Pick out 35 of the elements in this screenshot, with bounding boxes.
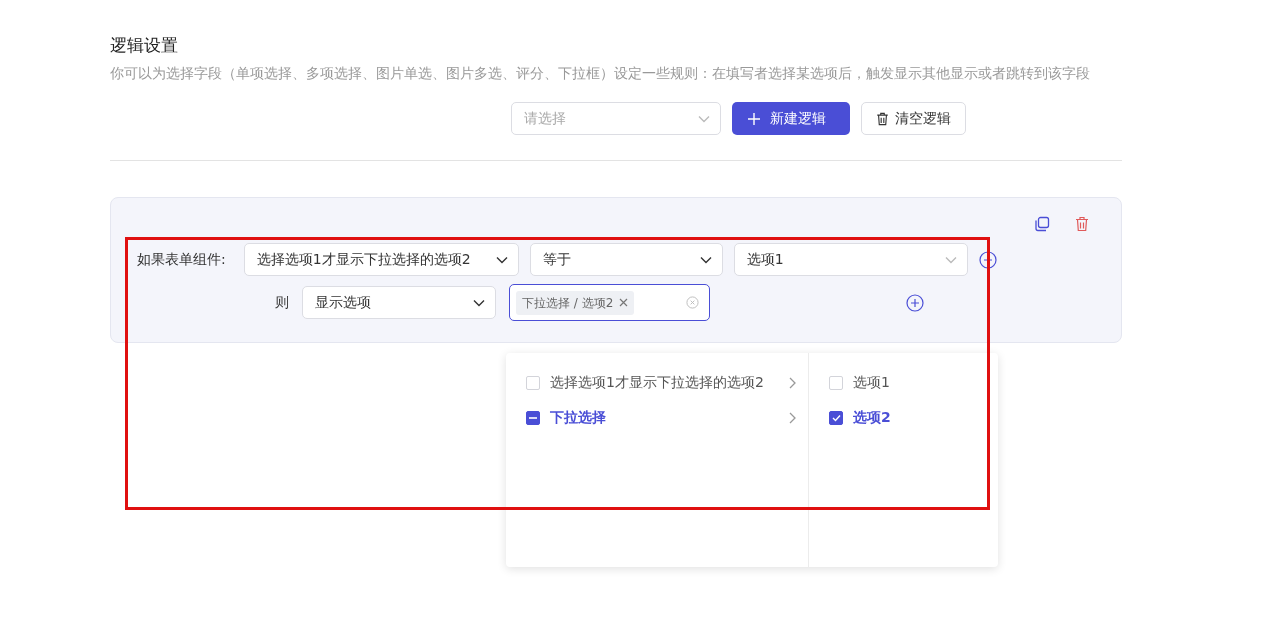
cascader-option[interactable]: 下拉选择 — [506, 400, 808, 435]
trash-icon — [876, 111, 889, 126]
field-select[interactable]: 选择选项1才显示下拉选择的选项2 — [243, 243, 519, 277]
option-label: 下拉选择 — [550, 408, 606, 427]
check-icon — [831, 413, 841, 422]
condition-label: 如果表单组件: — [137, 250, 226, 270]
then-label: 则 — [275, 293, 289, 313]
copy-icon[interactable] — [1034, 216, 1050, 233]
chevron-down-icon — [944, 255, 957, 264]
chevron-down-icon — [699, 255, 712, 264]
cascader-option[interactable]: 选择选项1才显示下拉选择的选项2 — [506, 365, 808, 400]
chevron-down-icon — [698, 114, 710, 123]
chevron-down-icon — [473, 298, 485, 307]
option-label: 选择选项1才显示下拉选择的选项2 — [550, 373, 764, 392]
clear-logic-button[interactable]: 清空逻辑 — [861, 102, 966, 136]
cascader-option[interactable]: 选项1 — [809, 365, 998, 400]
new-logic-button[interactable]: 新建逻辑 — [732, 102, 850, 136]
add-circle-icon[interactable] — [906, 293, 924, 312]
add-circle-icon[interactable] — [978, 250, 997, 269]
cascader-option[interactable]: 选项2 — [809, 400, 998, 435]
checkbox[interactable] — [526, 410, 540, 425]
section-title: 逻辑设置 — [110, 35, 179, 56]
selected-tag: 下拉选择 / 选项2 — [516, 290, 635, 315]
value-select[interactable]: 选项1 — [733, 243, 968, 277]
plus-icon — [748, 112, 760, 125]
section-description: 你可以为选择字段（单项选择、多项选择、图片单选、图片多选、评分、下拉框）设定一些规则：在填写者选择某选项后，触发显示其他显示或者跳转到该字段 — [110, 64, 1091, 84]
option-label: 选项2 — [853, 408, 891, 427]
trash-icon[interactable] — [1075, 216, 1089, 233]
checkbox[interactable] — [829, 410, 843, 425]
target-select[interactable]: 下拉选择 / 选项2 — [509, 284, 710, 322]
close-icon[interactable] — [619, 298, 629, 308]
chevron-down-icon — [495, 255, 508, 264]
operator-select[interactable]: 等于 — [529, 243, 723, 277]
option-label: 选项1 — [853, 373, 890, 392]
action-select[interactable]: 显示选项 — [302, 286, 496, 320]
